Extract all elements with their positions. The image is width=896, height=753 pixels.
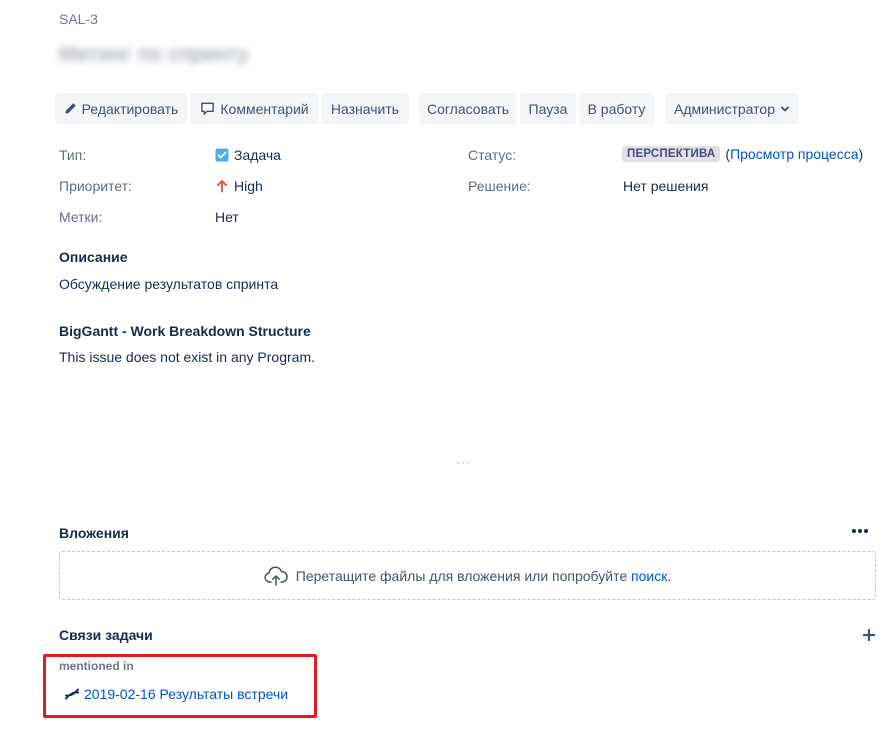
type-value-text: Задача — [234, 147, 281, 163]
type-label: Тип: — [59, 147, 87, 163]
description-text[interactable]: Обсуждение результатов спринта — [59, 276, 278, 292]
issue-summary: Митинг по спринту — [59, 43, 250, 66]
comment-button-label: Комментарий — [220, 100, 309, 117]
dropzone-text: Перетащите файлы для вложения или попроб… — [296, 568, 671, 584]
dropzone-prompt: Перетащите файлы для вложения или попроб… — [295, 567, 628, 584]
chevron-down-icon — [781, 106, 789, 111]
more-icon — [852, 529, 868, 533]
pencil-icon — [65, 103, 76, 114]
status-value: ПЕРСПЕКТИВА (Просмотр процесса) — [622, 146, 863, 162]
view-workflow-link[interactable]: Просмотр процесса — [730, 146, 858, 162]
admin-dropdown-button[interactable]: Администратор — [665, 93, 799, 124]
priority-label: Приоритет: — [59, 178, 132, 194]
section-divider: ··· — [456, 455, 471, 469]
attachments-title: Вложения — [59, 525, 129, 541]
dropzone-suffix: . — [667, 567, 672, 584]
close-paren: ) — [858, 146, 864, 162]
edit-button[interactable]: Редактировать — [55, 93, 187, 124]
highlight-box — [43, 654, 317, 718]
labels-label: Метки: — [59, 209, 103, 225]
workflow-paren: (Просмотр процесса) — [725, 146, 863, 162]
biggantt-title: BigGantt - Work Breakdown Structure — [59, 323, 311, 339]
in-progress-button[interactable]: В работу — [579, 93, 654, 124]
resolution-value: Нет решения — [623, 178, 709, 194]
issue-key[interactable]: SAL-3 — [59, 11, 98, 27]
attachments-more-button[interactable] — [850, 522, 870, 540]
approve-button[interactable]: Согласовать — [419, 93, 517, 124]
pause-button[interactable]: Пауза — [520, 93, 576, 124]
comment-button[interactable]: Комментарий — [190, 93, 319, 124]
in-progress-button-label: В работу — [587, 100, 646, 117]
type-value: Задача — [215, 147, 281, 163]
issue-links-title: Связи задачи — [59, 627, 153, 643]
comment-icon — [201, 102, 215, 115]
task-type-icon — [215, 148, 229, 162]
approve-button-label: Согласовать — [426, 100, 510, 117]
assign-button-label: Назначить — [330, 100, 400, 117]
arrow-up-icon — [216, 180, 228, 193]
browse-link[interactable]: поиск — [631, 568, 667, 584]
cloud-upload-icon — [264, 566, 288, 586]
priority-value-text: High — [234, 178, 263, 194]
add-link-button[interactable] — [860, 626, 878, 644]
priority-value: High — [215, 178, 263, 194]
biggantt-text: This issue does not exist in any Program… — [59, 349, 316, 365]
assign-button[interactable]: Назначить — [321, 93, 409, 124]
attachment-dropzone[interactable]: Перетащите файлы для вложения или попроб… — [59, 551, 876, 600]
resolution-label: Решение: — [468, 178, 531, 194]
labels-value: Нет — [215, 209, 239, 225]
description-title: Описание — [59, 249, 128, 265]
admin-button-label: Администратор — [673, 100, 775, 117]
status-lozenge: ПЕРСПЕКТИВА — [622, 146, 721, 162]
plus-icon — [863, 629, 875, 641]
pause-button-label: Пауза — [528, 100, 568, 117]
edit-button-label: Редактировать — [81, 100, 179, 117]
status-label: Статус: — [468, 147, 517, 163]
